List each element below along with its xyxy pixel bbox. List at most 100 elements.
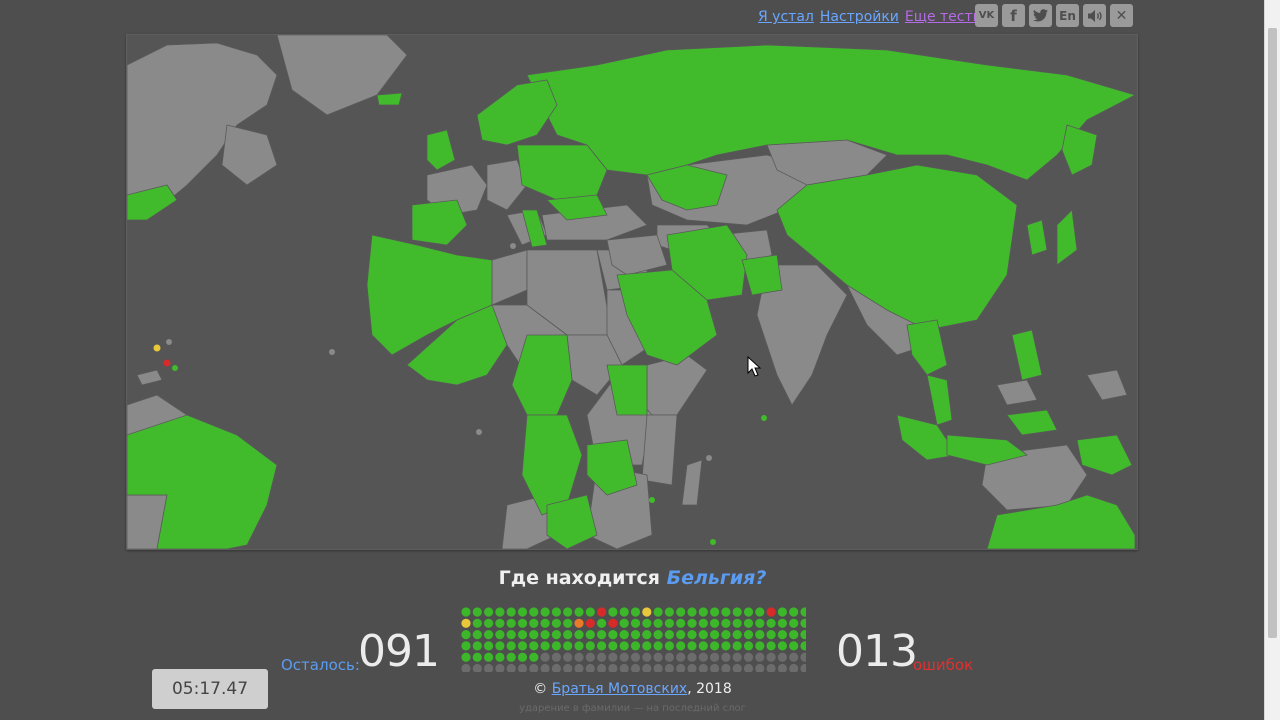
tired-link[interactable]: Я устал: [758, 9, 814, 25]
progress-dot: [472, 618, 482, 628]
progress-dot: [766, 641, 776, 651]
progress-dot: [484, 618, 494, 628]
progress-dot: [506, 652, 516, 662]
scrollbar[interactable]: [1264, 0, 1280, 720]
progress-dot: [766, 652, 776, 662]
progress-dot: [777, 630, 787, 640]
sound-icon[interactable]: [1083, 4, 1106, 27]
progress-dot: [461, 641, 471, 651]
world-map-svg[interactable]: [127, 35, 1137, 549]
progress-dot: [755, 663, 765, 674]
progress-dot: [732, 618, 742, 628]
progress-dot: [653, 630, 663, 640]
progress-dot: [608, 652, 618, 662]
progress-dot: [676, 652, 686, 662]
progress-dot: [630, 607, 641, 617]
progress-dot: [710, 663, 720, 674]
progress-dot: [721, 652, 731, 662]
progress-dot: [529, 618, 539, 628]
progress-dot: [597, 641, 607, 651]
progress-dot: [664, 618, 674, 628]
progress-dot: [608, 618, 618, 628]
progress-dot: [642, 652, 652, 662]
progress-dot: [687, 663, 697, 674]
progress-dot: [664, 630, 674, 640]
progress-dot: [653, 641, 663, 651]
progress-dot: [461, 652, 471, 662]
progress-dot: [563, 641, 573, 651]
progress-dot: [653, 607, 663, 617]
facebook-icon[interactable]: f: [1002, 4, 1025, 27]
progress-dot: [619, 630, 629, 640]
stress-hint: ударение в фамилии — на последний слог: [519, 703, 746, 714]
progress-dot: [517, 663, 528, 674]
progress-dot: [551, 618, 561, 628]
language-button[interactable]: En: [1056, 4, 1079, 27]
progress-dot: [585, 652, 595, 662]
progress-dot: [789, 618, 799, 628]
progress-dot: [710, 652, 720, 662]
progress-dot: [563, 663, 573, 674]
progress-dot: [472, 663, 482, 674]
progress-dot: [574, 641, 584, 651]
progress-dot: [585, 618, 595, 628]
progress-dot: [484, 652, 494, 662]
progress-dot: [721, 641, 731, 651]
close-icon[interactable]: ✕: [1110, 4, 1133, 27]
progress-dot: [732, 607, 742, 617]
progress-dots: [461, 607, 810, 676]
settings-link[interactable]: Настройки: [820, 9, 899, 25]
progress-dot: [574, 652, 584, 662]
progress-dot: [461, 630, 471, 640]
progress-dot: [800, 652, 810, 662]
progress-dot: [540, 607, 550, 617]
question-prefix: Где находится: [498, 567, 660, 589]
progress-dot: [608, 663, 618, 674]
progress-dot: [461, 607, 471, 617]
remaining-value: 091: [358, 626, 440, 677]
more-tests-link[interactable]: Еще тесты: [905, 9, 984, 25]
progress-dot: [766, 618, 776, 628]
vk-icon[interactable]: VK: [975, 4, 998, 27]
progress-dots-svg: [461, 607, 810, 674]
progress-dot: [484, 607, 494, 617]
progress-dot: [517, 652, 528, 662]
twitter-icon[interactable]: [1029, 4, 1052, 27]
progress-dot: [800, 630, 810, 640]
progress-dot: [608, 641, 618, 651]
progress-dot: [574, 663, 584, 674]
progress-dot: [743, 652, 754, 662]
progress-dot: [540, 618, 550, 628]
progress-dot: [766, 663, 776, 674]
progress-dot: [472, 652, 482, 662]
progress-dot: [800, 607, 810, 617]
progress-dot: [676, 630, 686, 640]
progress-dot: [551, 663, 561, 674]
progress-dot: [495, 618, 505, 628]
progress-dot: [540, 652, 550, 662]
progress-dot: [484, 630, 494, 640]
progress-dot: [630, 630, 641, 640]
progress-dot: [766, 607, 776, 617]
world-map[interactable]: [126, 34, 1138, 550]
progress-dot: [585, 607, 595, 617]
scrollbar-thumb[interactable]: [1268, 28, 1277, 638]
progress-dot: [642, 663, 652, 674]
progress-dot: [619, 652, 629, 662]
authors-link[interactable]: Братья Мотовских: [552, 681, 688, 697]
progress-dot: [777, 652, 787, 662]
progress-dot: [563, 630, 573, 640]
progress-dot: [551, 607, 561, 617]
top-links: Я устал Настройки Еще тесты: [758, 6, 984, 28]
progress-dot: [777, 607, 787, 617]
progress-dot: [597, 663, 607, 674]
progress-dot: [789, 641, 799, 651]
progress-dot: [710, 618, 720, 628]
social-buttons: VK f En ✕: [975, 4, 1133, 27]
progress-dot: [529, 630, 539, 640]
progress-dot: [619, 607, 629, 617]
progress-dot: [506, 630, 516, 640]
progress-dot: [698, 652, 708, 662]
progress-dot: [484, 641, 494, 651]
progress-dot: [800, 641, 810, 651]
